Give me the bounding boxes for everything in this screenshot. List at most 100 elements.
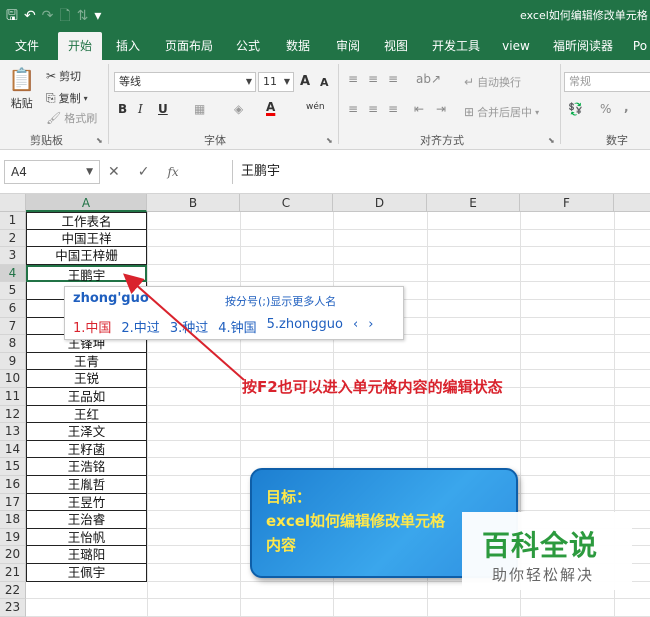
cut-button[interactable]: ✂ 剪切 bbox=[46, 68, 81, 84]
row-header[interactable]: 10 bbox=[0, 370, 26, 388]
table-cell[interactable]: 王昱竹 bbox=[26, 493, 147, 512]
row-header[interactable]: 20 bbox=[0, 546, 26, 564]
tab-home[interactable]: 开始 bbox=[58, 32, 102, 60]
row-header[interactable]: 12 bbox=[0, 405, 26, 424]
sort-icon[interactable]: ⇅ bbox=[77, 4, 89, 28]
table-cell[interactable]: 王怡帆 bbox=[26, 528, 147, 547]
print-preview-icon[interactable]: 🗋 bbox=[59, 4, 70, 28]
format-painter-button[interactable]: 🖌 格式刷 bbox=[46, 110, 97, 126]
table-cell[interactable]: 王泽文 bbox=[26, 423, 147, 441]
chevron-right-icon[interactable]: › bbox=[368, 317, 373, 336]
tab-review[interactable]: 审阅 bbox=[330, 32, 366, 60]
italic-button[interactable]: I bbox=[138, 102, 143, 116]
column-header-f[interactable]: F bbox=[520, 194, 614, 212]
ime-candidate[interactable]: 3.种过 bbox=[170, 317, 208, 336]
currency-icon[interactable]: 💱 bbox=[568, 102, 583, 116]
row-header[interactable]: 11 bbox=[0, 388, 26, 406]
column-header-b[interactable]: B bbox=[147, 194, 240, 212]
tab-foxit-reader[interactable]: 福昕阅读器 bbox=[550, 32, 616, 60]
save-icon[interactable]: 🖫 bbox=[6, 4, 18, 28]
tab-view-en[interactable]: view bbox=[498, 32, 534, 60]
tab-view[interactable]: 视图 bbox=[378, 32, 414, 60]
fill-color-icon[interactable]: ◈ bbox=[234, 102, 243, 116]
font-size-select[interactable]: 11 ▼ bbox=[258, 72, 294, 92]
row-header[interactable]: 7 bbox=[0, 317, 26, 336]
ime-candidate[interactable]: 1.中国 bbox=[73, 317, 111, 336]
table-cell[interactable]: 王品如 bbox=[26, 388, 147, 406]
increase-indent-icon[interactable]: ⇥ bbox=[436, 102, 446, 116]
row-header[interactable]: 13 bbox=[0, 423, 26, 441]
customize-qat-icon[interactable]: ▾ bbox=[94, 4, 101, 28]
insert-function-icon[interactable]: fx bbox=[167, 165, 178, 179]
bold-button[interactable]: B bbox=[118, 102, 127, 116]
row-header[interactable]: 19 bbox=[0, 528, 26, 547]
column-header-a[interactable]: A bbox=[26, 194, 147, 212]
redo-icon[interactable]: ↷ bbox=[42, 4, 54, 28]
phonetic-button[interactable]: wén bbox=[306, 102, 325, 112]
column-header-e[interactable]: E bbox=[427, 194, 520, 212]
align-left-icon[interactable]: ≡ bbox=[348, 102, 358, 116]
table-cell[interactable]: 王胤哲 bbox=[26, 476, 147, 494]
border-icon[interactable]: ▦ bbox=[194, 102, 205, 116]
paste-button[interactable]: 📋 粘贴 bbox=[8, 68, 35, 111]
align-center-icon[interactable]: ≡ bbox=[368, 102, 378, 116]
row-header[interactable]: 18 bbox=[0, 511, 26, 529]
table-cell[interactable]: 王璐阳 bbox=[26, 546, 147, 564]
tab-developer[interactable]: 开发工具 bbox=[428, 32, 484, 60]
alignment-launcher-icon[interactable]: ⬊ bbox=[548, 136, 555, 145]
ime-candidate[interactable]: 4.钟国 bbox=[218, 317, 256, 336]
table-cell[interactable]: 王治睿 bbox=[26, 511, 147, 529]
font-name-select[interactable]: 等线 ▼ bbox=[114, 72, 256, 92]
comma-button[interactable]: , bbox=[624, 100, 629, 114]
cancel-icon[interactable]: ✕ bbox=[108, 164, 120, 180]
orientation-icon[interactable]: ab↗ bbox=[416, 72, 441, 86]
font-launcher-icon[interactable]: ⬊ bbox=[326, 136, 333, 145]
ime-candidate[interactable]: 5.zhongguo bbox=[267, 317, 343, 336]
align-middle-icon[interactable]: ≡ bbox=[368, 72, 378, 86]
tab-insert[interactable]: 插入 bbox=[110, 32, 146, 60]
shrink-font-button[interactable]: A bbox=[320, 76, 329, 89]
table-cell[interactable]: 王佩宇 bbox=[26, 564, 147, 582]
align-top-icon[interactable]: ≡ bbox=[348, 72, 358, 86]
underline-button[interactable]: U bbox=[158, 102, 168, 116]
ime-candidate[interactable]: 2.中过 bbox=[121, 317, 159, 336]
copy-button[interactable]: ⎘ 复制 ▾ bbox=[46, 90, 88, 106]
enter-icon[interactable]: ✓ bbox=[138, 164, 150, 180]
align-bottom-icon[interactable]: ≡ bbox=[388, 72, 398, 86]
row-header[interactable]: 4 bbox=[0, 264, 26, 283]
active-cell[interactable]: 王鹏宇 bbox=[26, 264, 147, 283]
tab-formulas[interactable]: 公式 bbox=[230, 32, 266, 60]
table-cell[interactable]: 中国王梓姗 bbox=[26, 247, 147, 265]
row-header[interactable]: 8 bbox=[0, 335, 26, 353]
tab-page-layout[interactable]: 页面布局 bbox=[160, 32, 218, 60]
table-cell[interactable]: 中国王祥 bbox=[26, 229, 147, 248]
row-header[interactable]: 15 bbox=[0, 458, 26, 476]
grow-font-button[interactable]: A bbox=[300, 74, 310, 89]
align-right-icon[interactable]: ≡ bbox=[388, 102, 398, 116]
table-cell[interactable]: 王锐 bbox=[26, 370, 147, 388]
row-header[interactable]: 9 bbox=[0, 352, 26, 371]
wrap-text-button[interactable]: ↵ 自动换行 bbox=[464, 74, 521, 90]
table-cell[interactable]: 王浩铭 bbox=[26, 458, 147, 476]
undo-icon[interactable]: ↶ bbox=[24, 4, 36, 28]
select-all-corner[interactable] bbox=[0, 194, 26, 212]
row-header[interactable]: 14 bbox=[0, 440, 26, 459]
row-header[interactable]: 21 bbox=[0, 564, 26, 582]
name-box[interactable]: A4 ▼ bbox=[4, 160, 100, 184]
column-header-d[interactable]: D bbox=[333, 194, 427, 212]
row-header[interactable]: 16 bbox=[0, 476, 26, 494]
decrease-indent-icon[interactable]: ⇤ bbox=[414, 102, 424, 116]
row-header[interactable]: 2 bbox=[0, 229, 26, 248]
merge-center-button[interactable]: ⊞ 合并后居中 ▾ bbox=[464, 104, 539, 120]
tab-data[interactable]: 数据 bbox=[280, 32, 316, 60]
column-header-g[interactable] bbox=[614, 194, 650, 212]
table-cell[interactable]: 工作表名 bbox=[26, 212, 147, 230]
number-format-select[interactable]: 常规 bbox=[564, 72, 650, 92]
percent-button[interactable]: % bbox=[600, 102, 611, 116]
row-header[interactable]: 3 bbox=[0, 247, 26, 265]
row-header[interactable]: 1 bbox=[0, 212, 26, 230]
chevron-left-icon[interactable]: ‹ bbox=[353, 317, 358, 336]
table-cell[interactable]: 王籽菡 bbox=[26, 440, 147, 459]
tab-file[interactable]: 文件 bbox=[10, 32, 44, 60]
clipboard-launcher-icon[interactable]: ⬊ bbox=[96, 136, 103, 145]
